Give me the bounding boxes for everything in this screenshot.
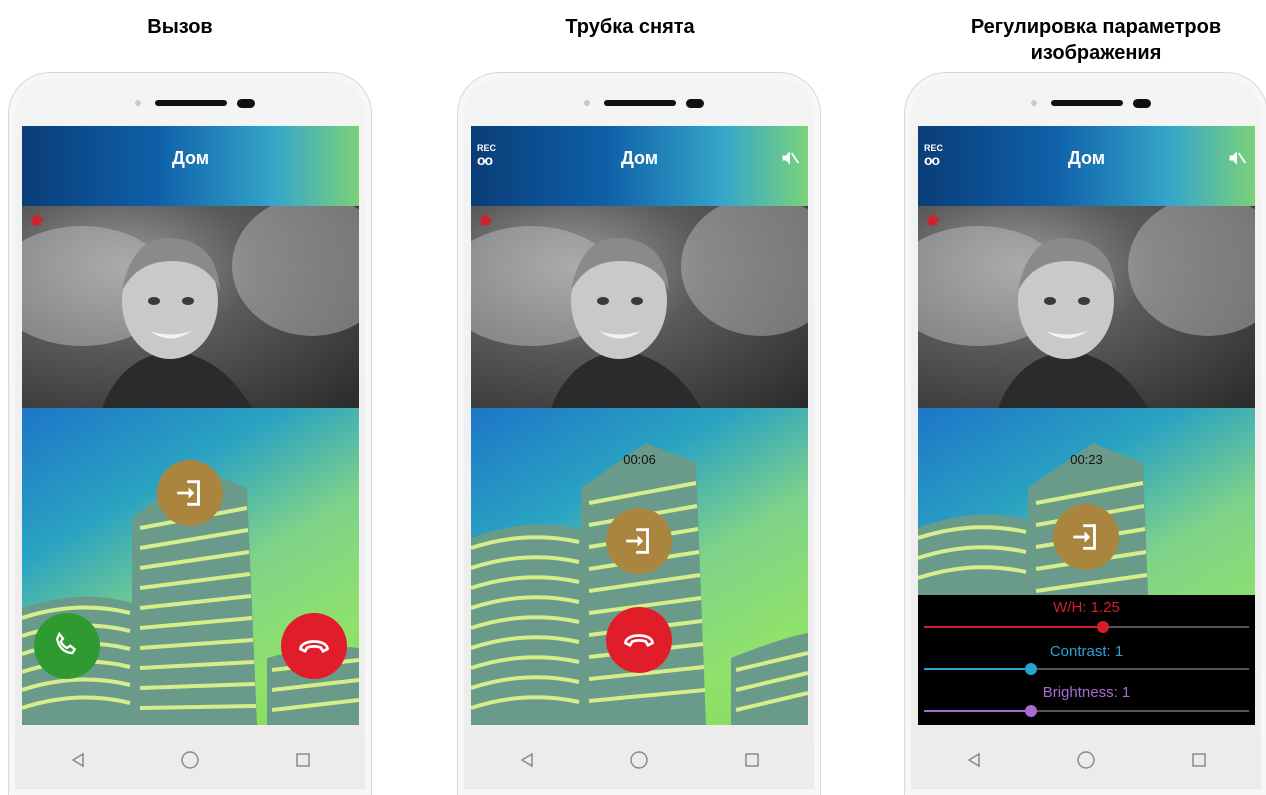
caption-image-settings: Регулировка параметров изображения <box>970 16 1222 64</box>
mute-icon[interactable] <box>780 148 800 173</box>
phone-hangup-icon <box>299 640 329 654</box>
contrast-slider-thumb[interactable] <box>1025 663 1038 675</box>
earpiece-speaker <box>155 100 227 106</box>
phone-call-answered: REC oo Дом 00:06 <box>457 72 821 795</box>
earpiece-speaker <box>1051 100 1123 106</box>
apartment-title: Дом <box>171 148 210 168</box>
visitor-image <box>918 206 1255 408</box>
earpiece-speaker <box>604 100 676 106</box>
caption-answered: Трубка снята <box>565 16 695 38</box>
wh-ratio-label: W/H: 1.25 <box>1053 599 1120 616</box>
nav-home-icon[interactable] <box>619 740 659 780</box>
top-bar: REC oo Дом <box>471 126 808 206</box>
image-settings-panel: W/H: 1.25 Contrast: 1 Brightness: 1 <box>918 595 1255 725</box>
nav-back-icon[interactable] <box>954 740 994 780</box>
nav-recents-icon[interactable] <box>732 740 772 780</box>
proximity-sensor <box>584 100 590 106</box>
screen: REC oo Дом <box>918 126 1255 725</box>
background-area: 00:23 W/H: 1.25 Contrast: 1 Brightness: … <box>918 408 1255 725</box>
phone-hangup-icon <box>624 634 654 648</box>
hangup-button[interactable] <box>606 607 672 673</box>
front-camera <box>1133 99 1151 108</box>
open-door-button[interactable] <box>1053 504 1119 570</box>
background-area <box>22 408 359 725</box>
front-camera <box>237 99 255 108</box>
nav-recents-icon[interactable] <box>283 740 323 780</box>
open-door-button[interactable] <box>606 508 672 574</box>
phone-incoming-call: Дом <box>8 72 372 795</box>
gear-icon[interactable] <box>477 212 495 235</box>
brightness-slider-thumb[interactable] <box>1025 705 1038 717</box>
proximity-sensor <box>1031 100 1037 106</box>
screen: Дом <box>22 126 359 725</box>
top-bar: Дом <box>22 126 359 206</box>
top-bar: REC oo Дом <box>918 126 1255 206</box>
contrast-label: Contrast: 1 <box>1049 643 1124 660</box>
door-open-icon <box>1073 524 1096 550</box>
door-open-icon <box>177 480 200 506</box>
brightness-slider[interactable] <box>924 705 1249 717</box>
visitor-image <box>471 206 808 408</box>
visitor-image <box>22 206 359 408</box>
android-nav-bar <box>471 725 808 795</box>
android-nav-bar <box>22 725 359 795</box>
brightness-label: Brightness: 1 <box>1042 684 1131 701</box>
apartment-title: Дом <box>1067 148 1106 168</box>
video-feed <box>22 206 359 408</box>
nav-back-icon[interactable] <box>58 740 98 780</box>
call-timer: 00:06 <box>623 452 656 467</box>
proximity-sensor <box>135 100 141 106</box>
contrast-slider[interactable] <box>924 663 1249 675</box>
mute-icon[interactable] <box>1227 148 1247 173</box>
background-area: 00:06 <box>471 408 808 725</box>
gear-icon[interactable] <box>924 212 942 235</box>
phone-image-settings: REC oo Дом 00:23 W/H: 1.25 Contrast: 1 B… <box>904 72 1266 795</box>
answer-call-button[interactable] <box>34 613 100 679</box>
gear-icon[interactable] <box>28 212 46 235</box>
wh-ratio-slider-thumb[interactable] <box>1096 621 1109 633</box>
nav-recents-icon[interactable] <box>1179 740 1219 780</box>
decline-call-button[interactable] <box>281 613 347 679</box>
front-camera <box>686 99 704 108</box>
video-feed <box>471 206 808 408</box>
nav-back-icon[interactable] <box>507 740 547 780</box>
apartment-title: Дом <box>620 148 659 168</box>
video-feed <box>918 206 1255 408</box>
android-nav-bar <box>918 725 1255 795</box>
open-door-button[interactable] <box>157 460 223 526</box>
call-timer: 00:23 <box>1070 452 1103 467</box>
phone-answer-icon <box>55 631 77 655</box>
wh-ratio-slider[interactable] <box>924 621 1249 633</box>
nav-home-icon[interactable] <box>170 740 210 780</box>
screen: REC oo Дом <box>471 126 808 725</box>
caption-call: Вызов <box>147 16 213 38</box>
door-open-icon <box>626 528 649 554</box>
nav-home-icon[interactable] <box>1066 740 1106 780</box>
